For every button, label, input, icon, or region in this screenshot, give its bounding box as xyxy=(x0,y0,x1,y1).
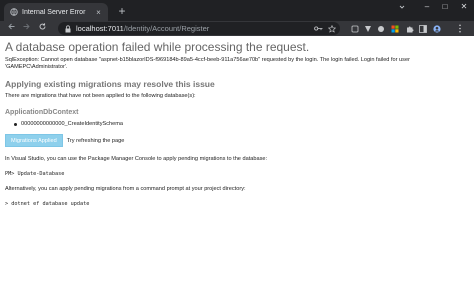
address-bar[interactable]: localhost:7011/Identity/Account/Register xyxy=(58,22,340,35)
migration-list: 00000000000000_CreateIdentitySchema xyxy=(5,121,469,128)
back-arrow-icon[interactable] xyxy=(5,22,17,34)
pmc-command: PM> Update-Database xyxy=(5,171,65,177)
microsoft-extension-icon[interactable] xyxy=(390,24,399,33)
cli-instructions: Alternatively, you can apply pending mig… xyxy=(5,186,246,192)
apply-migrations-button[interactable]: Migrations Applied xyxy=(5,134,63,147)
forward-arrow-icon[interactable] xyxy=(20,22,32,34)
browser-toolbar: localhost:7011/Identity/Account/Register xyxy=(0,21,474,36)
menu-kebab-icon[interactable] xyxy=(455,24,464,33)
browser-tab[interactable]: Internal Server Error × xyxy=(4,3,108,21)
extension-icon-2[interactable] xyxy=(363,24,372,33)
pmc-instructions: In Visual Studio, you can use the Packag… xyxy=(5,156,268,162)
url-path: /Identity/Account/Register xyxy=(123,24,210,33)
reload-icon[interactable] xyxy=(36,22,48,34)
maximize-button[interactable]: □ xyxy=(437,2,453,11)
context-name: ApplicationDbContext xyxy=(5,109,79,116)
tab-close-icon[interactable]: × xyxy=(94,8,103,17)
extension-icon-3[interactable] xyxy=(376,24,385,33)
extensions-puzzle-icon[interactable] xyxy=(405,24,414,33)
migrations-intro: There are migrations that have not been … xyxy=(5,93,196,99)
bookmark-star-icon[interactable] xyxy=(327,24,336,33)
exception-message: SqlException: Cannot open database "aspn… xyxy=(5,57,410,70)
extension-icon-1[interactable] xyxy=(350,24,359,33)
page-content: A database operation failed while proces… xyxy=(0,36,474,301)
key-icon[interactable] xyxy=(314,24,323,33)
list-item: 00000000000000_CreateIdentitySchema xyxy=(14,121,469,128)
new-tab-button[interactable]: + xyxy=(116,5,128,17)
sidebar-icon[interactable] xyxy=(418,24,427,33)
profile-avatar-icon[interactable] xyxy=(432,24,441,33)
lock-icon[interactable] xyxy=(65,24,72,33)
tab-title: Internal Server Error xyxy=(22,8,86,16)
page-title: A database operation failed while proces… xyxy=(5,40,310,54)
apply-migrations-row: Migrations Applied Try refreshing the pa… xyxy=(5,134,469,147)
tab-search-icon[interactable] xyxy=(398,3,406,13)
refresh-note: Try refreshing the page xyxy=(66,137,125,144)
globe-icon xyxy=(9,8,18,17)
tab-strip: Internal Server Error × + – □ ✕ xyxy=(0,0,474,21)
close-window-button[interactable]: ✕ xyxy=(456,2,472,11)
bullet-dot xyxy=(14,123,17,126)
url-host: localhost:7011 xyxy=(76,24,124,33)
cli-command: > dotnet ef database update xyxy=(5,201,90,207)
url-text: localhost:7011/Identity/Account/Register xyxy=(76,24,209,33)
migrations-heading: Applying existing migrations may resolve… xyxy=(5,79,215,89)
migration-name: 00000000000000_CreateIdentitySchema xyxy=(21,121,124,127)
minimize-button[interactable]: – xyxy=(419,2,435,11)
